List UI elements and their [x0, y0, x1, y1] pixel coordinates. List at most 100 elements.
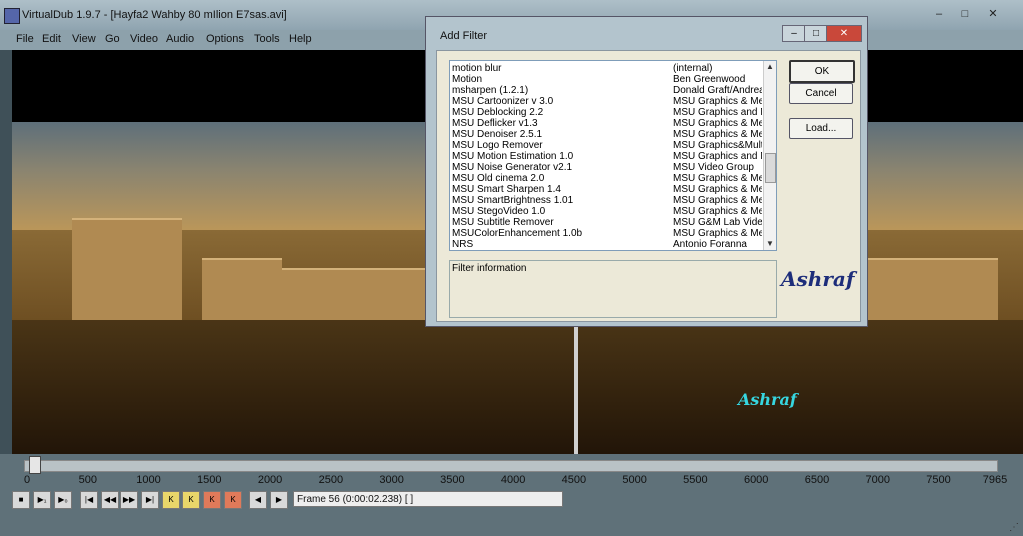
- filter-row[interactable]: MSU Subtitle Remover MSU G&M Lab Video: [452, 217, 762, 228]
- filter-info-label: Filter information: [452, 263, 527, 274]
- timeline-tick-label: 4000: [500, 474, 526, 486]
- scroll-thumb[interactable]: [765, 153, 776, 183]
- timeline-tick-label: 3500: [440, 474, 465, 486]
- filter-author: MSU Graphics & Medi: [673, 96, 762, 107]
- ok-button[interactable]: OK: [789, 60, 855, 83]
- timeline-tick-label: 2500: [318, 474, 344, 486]
- timeline-thumb[interactable]: [28, 456, 41, 474]
- prev-frame-button[interactable]: ◀◀: [101, 491, 119, 509]
- prev-scene-button[interactable]: K: [203, 491, 221, 509]
- go-end-button[interactable]: ▶|: [141, 491, 159, 509]
- filter-name: msharpen (1.2.1): [452, 85, 529, 96]
- filter-row[interactable]: NRS Antonio Foranna: [452, 239, 762, 250]
- menu-options[interactable]: Options: [206, 33, 244, 45]
- filter-info-box: Filter information: [449, 260, 777, 318]
- filter-name: MSU StegoVideo 1.0: [452, 206, 546, 217]
- go-start-button[interactable]: |◀: [80, 491, 98, 509]
- dialog-minimize-button[interactable]: –: [782, 25, 806, 42]
- filter-row[interactable]: MSU Smart Sharpen 1.4 MSU Graphics & Medi: [452, 184, 762, 195]
- filter-row[interactable]: MSU Cartoonizer v 3.0 MSU Graphics & Medi: [452, 96, 762, 107]
- filter-name: MSUColorEnhancement 1.0b: [452, 228, 583, 239]
- resize-grip[interactable]: ⋰: [1009, 522, 1019, 533]
- menu-help[interactable]: Help: [289, 33, 312, 45]
- dialog-title: Add Filter: [440, 30, 488, 42]
- menu-edit[interactable]: Edit: [42, 33, 61, 45]
- filter-name: MSU Smart Sharpen 1.4: [452, 184, 561, 195]
- mark-in-button[interactable]: ◀: [249, 491, 267, 509]
- filter-author: MSU Graphics & Medi: [673, 195, 762, 206]
- next-scene-button[interactable]: K: [224, 491, 242, 509]
- play-output-button[interactable]: ▶₀: [54, 491, 72, 509]
- filter-row[interactable]: MSU Noise Generator v2.1 MSU Video Group: [452, 162, 762, 173]
- filter-author: MSU Graphics & Medi: [673, 173, 762, 184]
- scroll-up-icon[interactable]: ▲: [764, 61, 776, 73]
- next-keyframe-button[interactable]: K: [182, 491, 200, 509]
- filter-row[interactable]: MSU Old cinema 2.0 MSU Graphics & Medi: [452, 173, 762, 184]
- frame-status: Frame 56 (0:00:02.238) [ ]: [293, 491, 563, 507]
- timeline-tick-label: 0: [23, 474, 31, 486]
- filter-list-scrollbar[interactable]: ▲ ▼: [763, 61, 776, 250]
- close-button[interactable]: ✕: [980, 6, 1006, 22]
- timeline-tick-label: 2000: [257, 474, 283, 486]
- minimize-button[interactable]: –: [926, 6, 952, 22]
- dialog-watermark: Ashraf: [781, 267, 855, 291]
- filter-author: Antonio Foranna: [673, 239, 747, 250]
- dialog-maximize-button[interactable]: □: [804, 25, 828, 42]
- stop-button[interactable]: ■: [12, 491, 30, 509]
- filter-author: MSU Graphics and M: [673, 151, 762, 162]
- video-watermark: Ashraf: [738, 390, 797, 409]
- load-button[interactable]: Load...: [789, 118, 853, 139]
- filter-name: MSU Deblocking 2.2: [452, 107, 544, 118]
- maximize-button[interactable]: □: [952, 6, 978, 22]
- filter-name: MSU Motion Estimation 1.0: [452, 151, 574, 162]
- filter-row[interactable]: MSU Deflicker v1.3 MSU Graphics & Medi: [452, 118, 762, 129]
- filter-author: (internal): [673, 63, 713, 74]
- add-filter-dialog: Add Filter – □ ✕ motion blur (internal) Mo…: [425, 16, 868, 327]
- menu-audio[interactable]: Audio: [166, 33, 194, 45]
- filter-name: MSU Deflicker v1.3: [452, 118, 538, 129]
- filter-row[interactable]: Motion Ben Greenwood: [452, 74, 762, 85]
- menu-tools[interactable]: Tools: [254, 33, 280, 45]
- filter-row[interactable]: msharpen (1.2.1) Donald Graft/Andreas: [452, 85, 762, 96]
- filter-row[interactable]: motion blur (internal): [452, 63, 762, 74]
- filter-row[interactable]: MSU Logo Remover MSU Graphics&Multim: [452, 140, 762, 151]
- timeline-tick-label: 4500: [561, 474, 587, 486]
- timeline-tick-label: 6500: [804, 474, 830, 486]
- filter-row[interactable]: MSU Deblocking 2.2 MSU Graphics and M: [452, 107, 762, 118]
- dialog-close-button[interactable]: ✕: [826, 25, 862, 42]
- filter-list[interactable]: motion blur (internal) Motion Ben Greenwood…: [449, 60, 777, 251]
- next-frame-button[interactable]: ▶▶: [120, 491, 138, 509]
- filter-name: MSU Denoiser 2.5.1: [452, 129, 543, 140]
- timeline-tick-label: 3000: [379, 474, 404, 486]
- menu-go[interactable]: Go: [105, 33, 120, 45]
- menu-video[interactable]: Video: [130, 33, 158, 45]
- menu-file[interactable]: File: [16, 33, 34, 45]
- filter-name: NRS: [452, 239, 474, 250]
- filter-row[interactable]: MSU StegoVideo 1.0 MSU Graphics & Medi: [452, 206, 762, 217]
- prev-keyframe-button[interactable]: K: [162, 491, 180, 509]
- filter-row[interactable]: MSU SmartBrightness 1.01 MSU Graphics & M…: [452, 195, 762, 206]
- filter-author: MSU Graphics & Medi: [673, 118, 762, 129]
- filter-row[interactable]: MSU Motion Estimation 1.0 MSU Graphics an…: [452, 151, 762, 162]
- timeline-track[interactable]: [24, 460, 998, 472]
- filter-author: Donald Graft/Andreas: [673, 85, 762, 96]
- scroll-down-icon[interactable]: ▼: [764, 238, 776, 250]
- filter-name: MSU Subtitle Remover: [452, 217, 554, 228]
- filter-row[interactable]: MSUColorEnhancement 1.0b MSU Graphics & M…: [452, 228, 762, 239]
- filter-author: MSU Graphics&Multim: [673, 140, 762, 151]
- app-icon: [4, 8, 20, 24]
- menu-view[interactable]: View: [72, 33, 96, 45]
- filter-author: MSU Graphics and M: [673, 107, 762, 118]
- filter-row[interactable]: MSU Denoiser 2.5.1 MSU Graphics & Medi: [452, 129, 762, 140]
- filter-name: motion blur: [452, 63, 502, 74]
- filter-name: Motion: [452, 74, 483, 85]
- timeline-tick-label: 5000: [622, 474, 647, 486]
- filter-name: MSU Cartoonizer v 3.0: [452, 96, 554, 107]
- window-title: VirtualDub 1.9.7 - [Hayfa2 Wahby 80 mIli…: [22, 9, 287, 21]
- timeline-tick-label: 6000: [743, 474, 769, 486]
- filter-name: MSU Logo Remover: [452, 140, 543, 151]
- position-panel: 0 500 1000 1500 2000 2500 3000 3500 4000 4500 5000…: [0, 454, 1023, 536]
- mark-out-button[interactable]: ▶: [270, 491, 288, 509]
- play-input-button[interactable]: ▶₁: [33, 491, 51, 509]
- cancel-button[interactable]: Cancel: [789, 83, 853, 104]
